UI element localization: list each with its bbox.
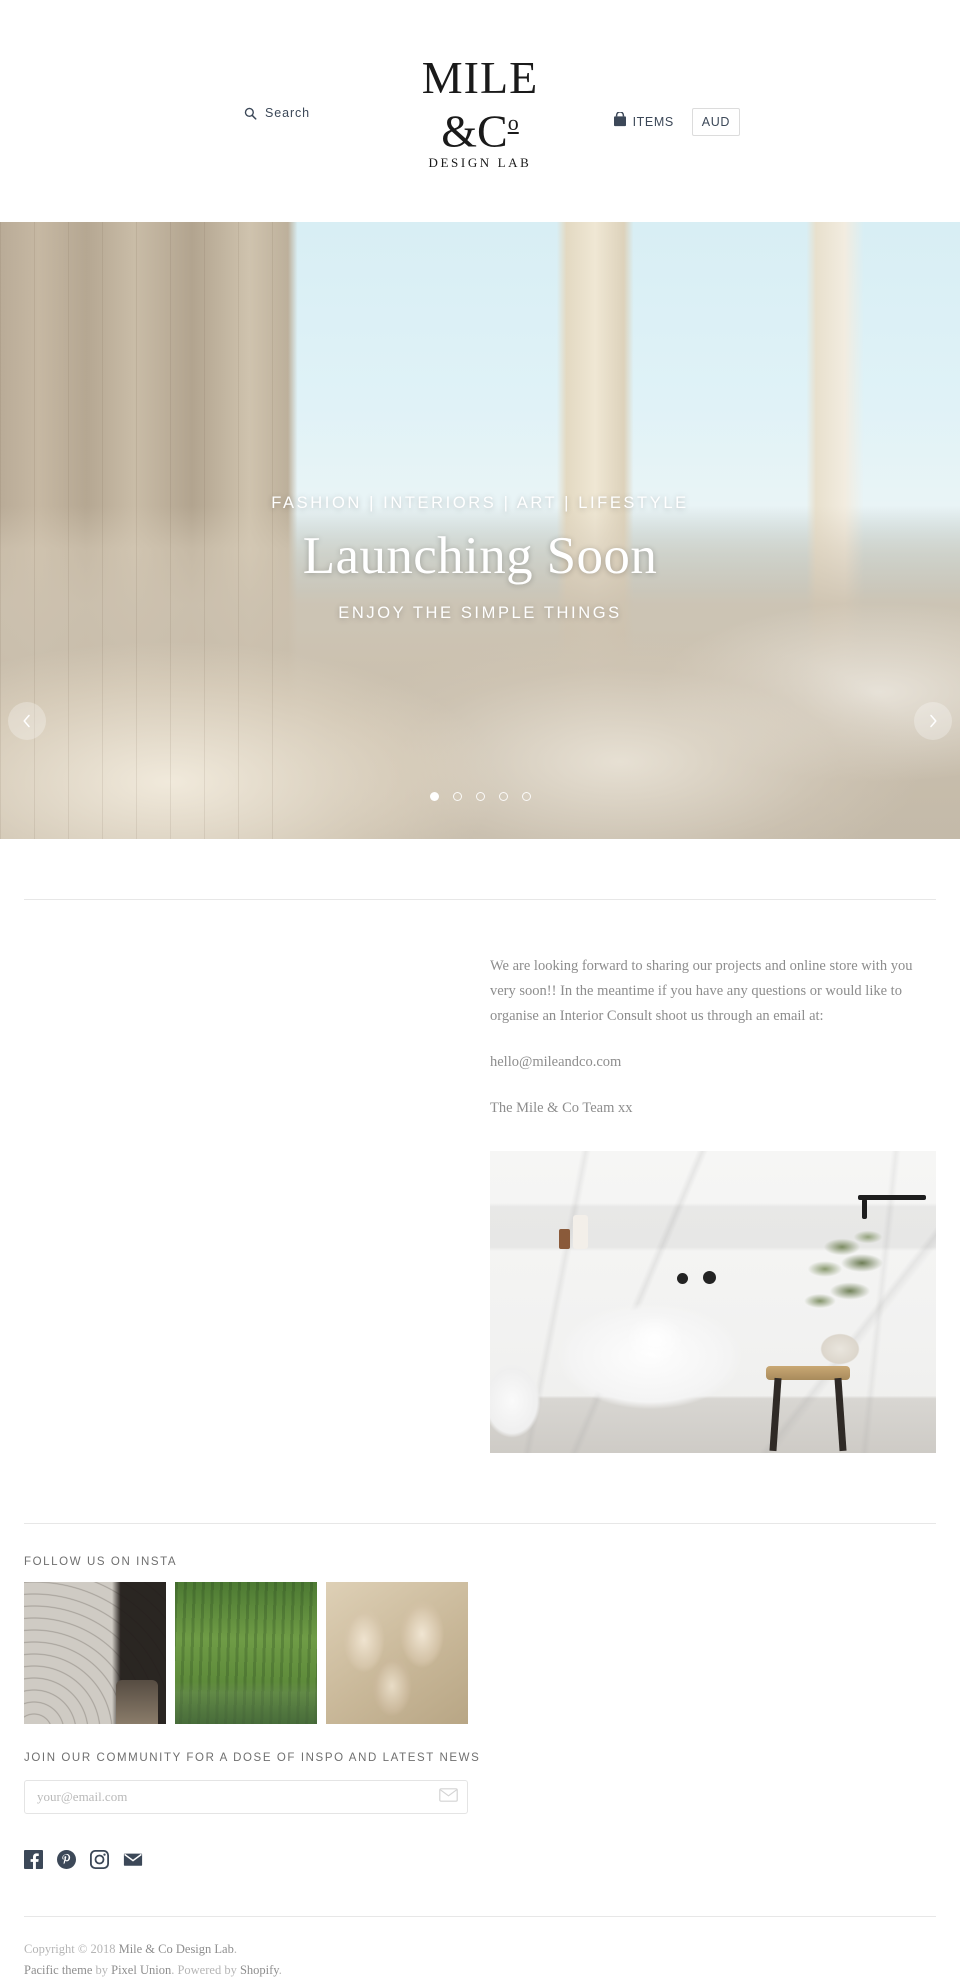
stool-leg-right	[834, 1377, 847, 1452]
newsletter-form	[24, 1780, 468, 1814]
instagram-thumbnail[interactable]	[175, 1582, 317, 1724]
hero-next-button[interactable]	[914, 702, 952, 740]
instagram-icon[interactable]	[89, 1849, 110, 1874]
chevron-right-icon	[928, 714, 938, 728]
search-icon	[244, 107, 257, 120]
currency-selector[interactable]: AUD	[691, 108, 740, 136]
hero-subtitle: ENJOY THE SIMPLE THINGS	[338, 604, 622, 622]
instagram-thumbnail[interactable]	[24, 1582, 166, 1724]
pinterest-icon[interactable]	[57, 1850, 76, 1874]
envelope-icon	[439, 1788, 458, 1805]
logo-subtitle: DESIGN LAB	[428, 155, 532, 171]
bath-mixer-tap	[677, 1273, 688, 1284]
site-footer: Copyright © 2018 Mile & Co Design Lab. P…	[24, 1917, 936, 1981]
intro-right-column: We are looking forward to sharing our pr…	[490, 954, 936, 1453]
hero-dot-1[interactable]	[429, 792, 439, 801]
newsletter-submit-button[interactable]	[439, 1788, 458, 1805]
theme-author-link[interactable]: Pixel Union	[111, 1963, 171, 1977]
powered-suffix: .	[278, 1963, 282, 1977]
facebook-icon[interactable]	[24, 1850, 43, 1874]
hero-dot-2[interactable]	[452, 792, 462, 801]
intro-signoff: The Mile & Co Team xx	[490, 1100, 633, 1116]
copyright-line: Copyright © 2018 Mile & Co Design Lab.	[24, 1939, 936, 1960]
hero-prev-button[interactable]	[8, 702, 46, 740]
instagram-heading: FOLLOW US ON INSTA	[24, 1556, 178, 1568]
hero-dot-4[interactable]	[498, 792, 508, 801]
hero-caption: FASHION | INTERIORS | ART | LIFESTYLE La…	[0, 492, 960, 623]
social-links	[24, 1849, 936, 1874]
intro-email[interactable]: hello@mileandco.com	[490, 1050, 936, 1075]
instagram-section: FOLLOW US ON INSTA	[24, 1523, 936, 1724]
hero-dot-5[interactable]	[521, 792, 531, 801]
store-name-link[interactable]: Mile & Co Design Lab	[119, 1942, 234, 1956]
cart-and-currency: ITEMS AUD	[613, 108, 740, 136]
search-button[interactable]: Search	[244, 106, 310, 120]
site-logo[interactable]: MILE &Co DESIGN LAB	[410, 52, 550, 171]
theme-by-label: by	[95, 1963, 109, 1977]
logo-line-mile: MILE	[421, 52, 539, 103]
hero-title: Launching Soon	[302, 527, 658, 585]
intro-left-column	[24, 954, 490, 1453]
hero-kicker: FASHION | INTERIORS | ART | LIFESTYLE	[271, 494, 689, 512]
towel-rail	[858, 1195, 926, 1219]
instagram-divider	[24, 1523, 936, 1524]
theme-name-link[interactable]: Pacific theme	[24, 1963, 92, 1977]
amber-bottle	[559, 1229, 570, 1249]
copyright-suffix: .	[233, 1942, 237, 1956]
newsletter-heading: JOIN OUR COMMUNITY FOR A DOSE OF INSPO A…	[24, 1752, 481, 1764]
email-icon[interactable]	[123, 1852, 143, 1872]
powered-prefix: . Powered by	[171, 1963, 237, 1977]
search-label: Search	[265, 106, 311, 120]
cart-button[interactable]: ITEMS	[613, 111, 674, 132]
shopping-bag-icon	[613, 111, 627, 132]
stool-leg-left	[769, 1377, 782, 1452]
intro-paragraph-1: We are looking forward to sharing our pr…	[490, 958, 913, 1024]
soap-dispenser	[573, 1215, 588, 1249]
site-header: Search MILE &Co DESIGN LAB ITEMS AUD	[0, 0, 960, 222]
instagram-thumbnail-row	[24, 1582, 936, 1724]
hero-dot-3[interactable]	[475, 792, 485, 801]
hero-slider: FASHION | INTERIORS | ART | LIFESTYLE La…	[0, 222, 960, 839]
newsletter-section: JOIN OUR COMMUNITY FOR A DOSE OF INSPO A…	[24, 1752, 936, 1874]
shopify-link[interactable]: Shopify	[240, 1963, 279, 1977]
copyright-prefix: Copyright © 2018	[24, 1942, 116, 1956]
bathroom-image	[490, 1151, 936, 1453]
logo-line-co: &Co	[441, 105, 519, 157]
newsletter-email-input[interactable]	[24, 1780, 468, 1814]
chevron-left-icon	[22, 714, 32, 728]
intro-row: We are looking forward to sharing our pr…	[24, 900, 936, 1453]
theme-credit-line: Pacific theme by Pixel Union. Powered by…	[24, 1960, 936, 1981]
bath-spout	[703, 1271, 716, 1284]
timber-stool	[766, 1366, 850, 1452]
intro-text: We are looking forward to sharing our pr…	[490, 954, 936, 1121]
hero-pagination	[0, 792, 960, 801]
cart-items-label: ITEMS	[632, 115, 674, 129]
instagram-thumbnail[interactable]	[326, 1582, 468, 1724]
main-content: We are looking forward to sharing our pr…	[0, 899, 960, 1981]
